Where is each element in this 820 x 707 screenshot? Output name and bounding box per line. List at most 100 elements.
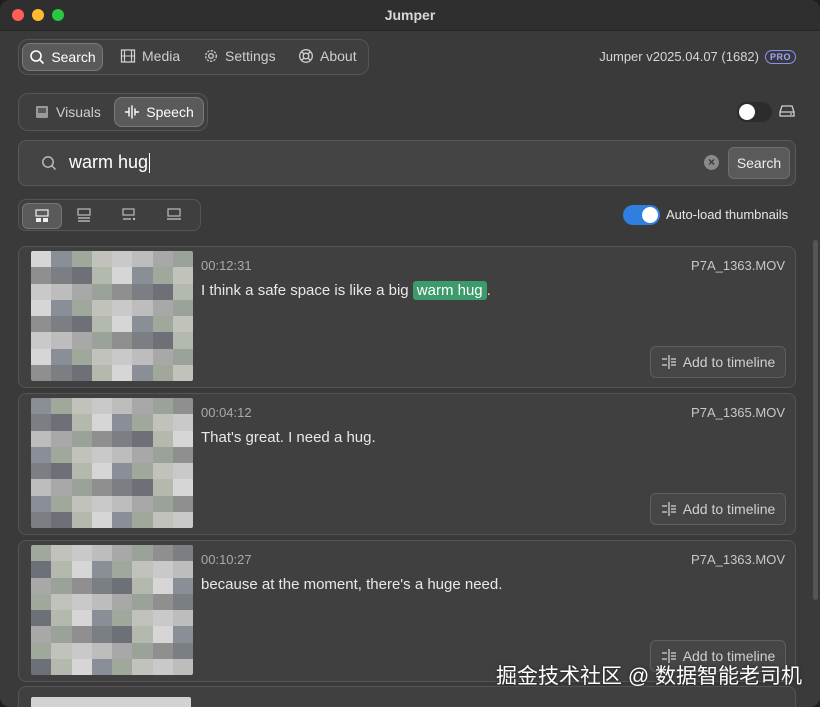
thumbnail-pixel	[51, 642, 72, 659]
thumbnail-pixel	[152, 561, 173, 578]
thumbnail-pixel	[132, 364, 153, 381]
thumbnail-pixel	[172, 511, 193, 528]
thumbnail-pixel	[132, 561, 153, 578]
thumbnail-pixel	[71, 577, 92, 594]
thumbnail-pixel	[51, 364, 72, 381]
thumbnail-pixel	[51, 463, 72, 480]
result-timecode: 00:12:31	[201, 258, 252, 273]
thumbnail-pixel	[172, 463, 193, 480]
add-to-timeline-button[interactable]: Add to timeline	[650, 346, 786, 378]
thumbnail-pixel	[51, 332, 72, 349]
thumbnail-pixel	[152, 414, 173, 431]
tab-search[interactable]: Search	[22, 43, 103, 71]
thumbnail-pixel	[91, 414, 112, 431]
thumbnail-pixel	[91, 561, 112, 578]
tab-about[interactable]: About	[298, 48, 357, 64]
thumbnail-pixel	[31, 642, 52, 659]
mode-switch: Visuals Speech	[18, 93, 208, 131]
clear-search-button[interactable]: ×	[704, 155, 719, 170]
thumbnail-pixel	[51, 610, 72, 627]
thumbnail-pixel	[31, 495, 52, 512]
tab-visuals[interactable]: Visuals	[34, 104, 101, 120]
video-thumbnail[interactable]	[31, 251, 193, 381]
layout-option-4[interactable]	[155, 203, 193, 227]
thumbnail-pixel	[112, 267, 133, 284]
thumbnail-pixel	[172, 299, 193, 316]
search-input[interactable]: warm hug	[69, 152, 151, 174]
tab-settings[interactable]: Settings	[203, 48, 276, 64]
video-thumbnail[interactable]	[31, 545, 193, 675]
version-info: Jumper v2025.04.07 (1682) PRO	[599, 49, 796, 64]
waveform-icon	[125, 105, 140, 119]
thumbnail-pixel	[172, 446, 193, 463]
gear-icon	[205, 50, 217, 62]
thumbnail-pixel	[31, 463, 52, 480]
thumbnail-pixel	[112, 577, 133, 594]
thumbnail-pixel	[172, 364, 193, 381]
thumbnail-pixel	[132, 577, 153, 594]
transcript-text: That's great. I need a hug.	[201, 429, 376, 446]
thumbnail-pixel	[71, 251, 92, 268]
transcript-text: I think a safe space is like a big	[201, 282, 413, 299]
thumbnail-pixel	[152, 610, 173, 627]
video-thumbnail[interactable]	[31, 398, 193, 528]
layout-option-3[interactable]	[110, 203, 148, 227]
thumbnail-pixel	[172, 658, 193, 675]
thumbnail-pixel	[31, 430, 52, 447]
layout-option-1[interactable]	[22, 203, 62, 229]
thumbnail-pixel	[71, 348, 92, 365]
thumbnail-pixel	[31, 511, 52, 528]
thumbnail-pixel	[172, 642, 193, 659]
thumbnail-pixel	[31, 251, 52, 268]
result-transcript: That's great. I need a hug.	[201, 429, 376, 446]
autoload-toggle[interactable]	[623, 205, 660, 225]
layout-option-2[interactable]	[65, 203, 103, 227]
thumbnail-pixel	[172, 398, 193, 415]
thumbnail-pixel	[132, 299, 153, 316]
thumbnail-pixel	[172, 593, 193, 610]
thumbnail-pixel	[91, 479, 112, 496]
watermark: 掘金技术社区 @ 数据智能老司机	[496, 665, 802, 688]
thumbnail-pixel	[112, 561, 133, 578]
lifebuoy-icon	[299, 49, 313, 63]
thumbnail-pixel	[31, 658, 52, 675]
thumbnail-pixel	[31, 479, 52, 496]
thumbnail-pixel	[112, 610, 133, 627]
thumbnail-pixel	[152, 463, 173, 480]
tab-media[interactable]: Media	[120, 48, 180, 64]
result-transcript: because at the moment, there's a huge ne…	[201, 576, 502, 593]
magnifier-icon	[30, 50, 45, 65]
result-filename: P7A_1365.MOV	[691, 405, 785, 420]
thumbnail-pixel	[152, 577, 173, 594]
result-card[interactable]: 00:04:12 P7A_1365.MOV That's great. I ne…	[18, 393, 796, 535]
thumbnail-pixel	[112, 398, 133, 415]
thumbnail-pixel	[51, 545, 72, 562]
thumbnail-pixel	[91, 511, 112, 528]
thumbnail-pixel	[172, 430, 193, 447]
search-button[interactable]: Search	[728, 147, 790, 179]
thumbnail-pixel	[112, 332, 133, 349]
add-to-timeline-label: Add to timeline	[682, 501, 776, 517]
match-highlight: warm hug	[412, 281, 487, 300]
thumbnail-pixel	[132, 267, 153, 284]
scrollbar[interactable]	[813, 240, 818, 600]
thumbnail-pixel	[71, 316, 92, 333]
video-thumbnail[interactable]	[31, 697, 191, 707]
thumbnail-pixel	[132, 283, 153, 300]
offline-toggle[interactable]	[737, 102, 772, 122]
thumbnail-pixel	[172, 348, 193, 365]
thumbnail-pixel	[112, 348, 133, 365]
thumbnail-pixel	[71, 642, 92, 659]
add-to-timeline-button[interactable]: Add to timeline	[650, 493, 786, 525]
autoload-label: Auto-load thumbnails	[666, 207, 789, 222]
tab-speech[interactable]: Speech	[114, 97, 204, 127]
result-card[interactable]: 00:12:31 P7A_1363.MOV I think a safe spa…	[18, 246, 796, 388]
version-text: Jumper v2025.04.07 (1682)	[599, 49, 759, 64]
thumbnail-pixel	[71, 545, 92, 562]
thumbnail-pixel	[152, 511, 173, 528]
thumbnail-pixel	[51, 267, 72, 284]
add-to-timeline-label: Add to timeline	[682, 354, 776, 370]
thumbnail-pixel	[152, 332, 173, 349]
thumbnail-pixel	[51, 561, 72, 578]
hard-drive-icon[interactable]	[779, 104, 795, 118]
